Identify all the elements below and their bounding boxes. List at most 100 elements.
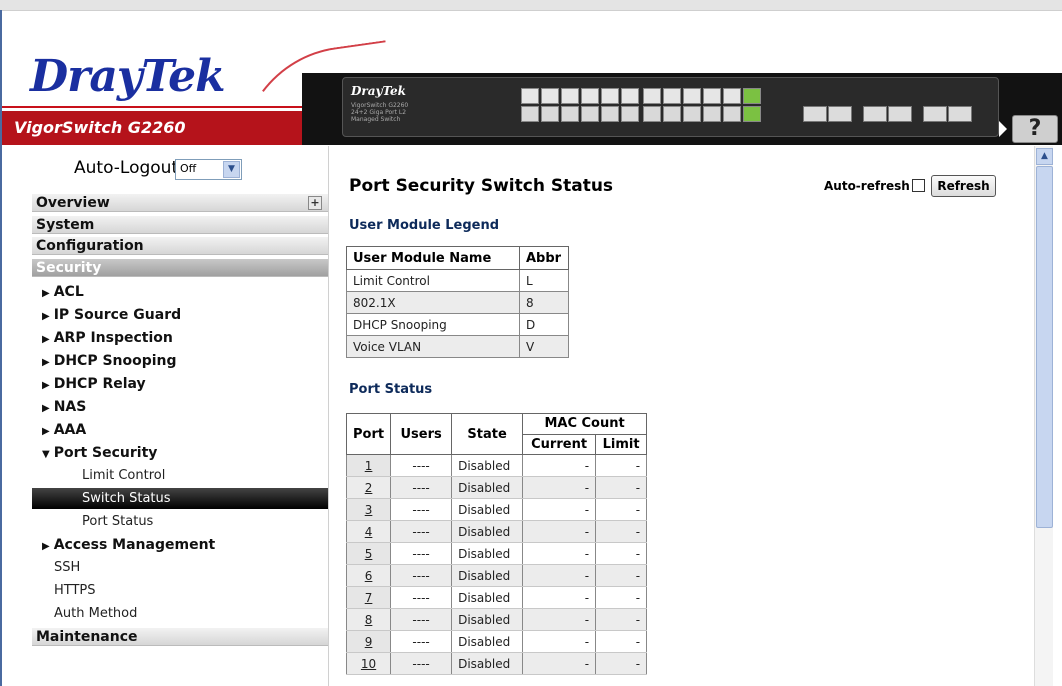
header-banner: DrayTek VigorSwitch G2260 DrayTek VigorS… (2, 11, 1062, 174)
port-link[interactable]: 5 (365, 547, 373, 561)
auto-logout-select[interactable]: Off ▼ (175, 159, 242, 180)
nav-ip-source-guard[interactable]: ▶ IP Source Guard (42, 307, 181, 323)
table-row: 6 ---- Disabled - - (345, 564, 648, 587)
users-cell: ---- (390, 630, 453, 653)
state-cell: Disabled (451, 498, 524, 521)
nav-nas[interactable]: ▶ NAS (42, 399, 86, 415)
nav-port-status[interactable]: Port Status (82, 514, 153, 529)
port-link[interactable]: 10 (361, 657, 376, 671)
table-row: 3 ---- Disabled - - (345, 498, 648, 521)
limit-cell: - (595, 476, 648, 499)
users-cell: ---- (390, 608, 453, 631)
table-row: 7 ---- Disabled - - (345, 586, 648, 609)
device-sub: 24+2 Giga Port L2 Managed Switch (351, 109, 407, 123)
nav-acl-label: ACL (53, 284, 84, 300)
users-cell: ---- (390, 476, 453, 499)
main-content: Port Security Switch Status Auto-refresh… (332, 146, 1032, 686)
state-cell: Disabled (451, 630, 524, 653)
scroll-thumb[interactable] (1036, 166, 1053, 528)
nav-arp-inspection-label: ARP Inspection (53, 330, 173, 346)
device-logo: DrayTek (351, 84, 406, 98)
port-cell: 6 (345, 564, 392, 587)
col-state: State (451, 413, 524, 455)
nav-port-security[interactable]: ▼ Port Security (42, 445, 157, 461)
sfp-port (863, 106, 887, 122)
port-link[interactable]: 1 (365, 459, 373, 473)
limit-cell: - (595, 630, 648, 653)
nav-switch-status[interactable]: Switch Status (32, 488, 328, 509)
play-arrow-icon[interactable] (999, 121, 1007, 137)
auto-refresh-checkbox[interactable] (912, 179, 925, 192)
port-link[interactable]: 7 (365, 591, 373, 605)
limit-cell: - (595, 520, 648, 543)
users-cell: ---- (390, 542, 453, 565)
nav-dhcp-snooping[interactable]: ▶ DHCP Snooping (42, 353, 177, 369)
product-name: VigorSwitch G2260 (14, 118, 186, 137)
switch-device-image: DrayTek VigorSwitch G2260 24+2 Giga Port … (342, 77, 999, 137)
nav-https[interactable]: HTTPS (54, 583, 96, 598)
vertical-scrollbar[interactable]: ▲ (1034, 146, 1053, 686)
port-link[interactable]: 4 (365, 525, 373, 539)
legend-name: 802.1X (346, 291, 520, 314)
nav-aaa[interactable]: ▶ AAA (42, 422, 86, 438)
port-link[interactable]: 3 (365, 503, 373, 517)
nav-access-management[interactable]: ▶ Access Management (42, 537, 215, 553)
port-status-table: Port Users State MAC Count Current Limit… (345, 413, 648, 675)
nav-ssh[interactable]: SSH (54, 560, 80, 575)
nav-system[interactable]: System (32, 216, 328, 234)
current-cell: - (522, 608, 597, 631)
nav-arp-inspection[interactable]: ▶ ARP Inspection (42, 330, 173, 346)
nav-acl[interactable]: ▶ ACL (42, 284, 84, 300)
nav-overview-label: Overview (36, 195, 110, 211)
current-cell: - (522, 520, 597, 543)
legend-row: 802.1X 8 (346, 291, 569, 314)
legend-header-name: User Module Name (346, 246, 520, 270)
refresh-button[interactable]: Refresh (931, 175, 996, 197)
col-mac-count: MAC Count (522, 413, 648, 435)
device-model-text: VigorSwitch G2260 24+2 Giga Port L2 Manag… (351, 102, 411, 123)
help-button[interactable]: ? (1012, 115, 1058, 143)
nav-security[interactable]: Security (32, 259, 328, 277)
col-current: Current (522, 433, 597, 455)
port-link[interactable]: 9 (365, 635, 373, 649)
nav-maintenance[interactable]: Maintenance (32, 628, 328, 646)
page-title: Port Security Switch Status (349, 176, 614, 196)
port-link[interactable]: 2 (365, 481, 373, 495)
legend-name: Voice VLAN (346, 335, 520, 358)
legend-row: Voice VLAN V (346, 335, 569, 358)
triangle-right-icon: ▶ (42, 380, 50, 391)
nav-ip-source-guard-label: IP Source Guard (53, 307, 182, 323)
scroll-up-icon[interactable]: ▲ (1036, 148, 1053, 165)
current-cell: - (522, 454, 597, 477)
state-cell: Disabled (451, 652, 524, 675)
legend-abbr: 8 (519, 291, 569, 314)
state-cell: Disabled (451, 542, 524, 565)
col-limit: Limit (595, 433, 648, 455)
port-cell: 9 (345, 630, 392, 653)
chevron-down-icon: ▼ (223, 161, 240, 178)
expand-all-icon[interactable]: + (308, 196, 322, 210)
port-cell: 7 (345, 586, 392, 609)
limit-cell: - (595, 542, 648, 565)
port-link[interactable]: 6 (365, 569, 373, 583)
legend-row: Limit Control L (346, 269, 569, 292)
nav-limit-control[interactable]: Limit Control (82, 468, 165, 483)
users-cell: ---- (390, 498, 453, 521)
nav-dhcp-relay[interactable]: ▶ DHCP Relay (42, 376, 146, 392)
nav-configuration[interactable]: Configuration (32, 237, 328, 255)
current-cell: - (522, 542, 597, 565)
legend-abbr: D (519, 313, 569, 336)
current-cell: - (522, 476, 597, 499)
users-cell: ---- (390, 454, 453, 477)
nav-auth-method[interactable]: Auth Method (54, 606, 137, 621)
sfp-port (923, 106, 947, 122)
nav-aaa-label: AAA (53, 422, 87, 438)
users-cell: ---- (390, 564, 453, 587)
nav-overview[interactable]: Overview + (32, 194, 328, 212)
nav-nas-label: NAS (53, 399, 87, 415)
triangle-right-icon: ▶ (42, 541, 50, 552)
nav-access-management-label: Access Management (53, 537, 216, 553)
port-link[interactable]: 8 (365, 613, 373, 627)
browser-top-strip (0, 0, 1062, 11)
current-cell: - (522, 652, 597, 675)
